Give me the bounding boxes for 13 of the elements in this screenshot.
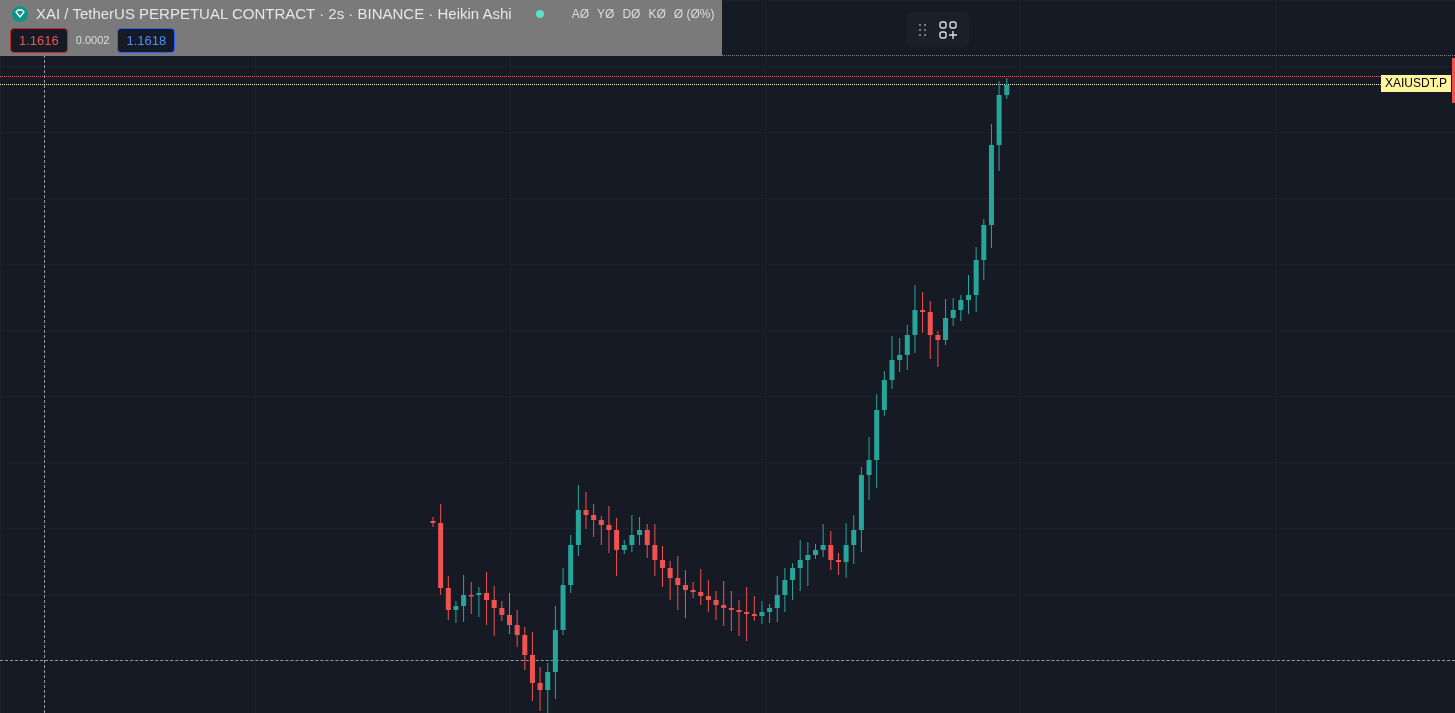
sell-price-button[interactable]: 1.1616	[10, 28, 68, 53]
ohlc-value: KØ	[648, 6, 666, 23]
drag-handle-icon[interactable]	[919, 23, 927, 36]
spread-value: 0.0002	[75, 33, 110, 49]
ohlc-value: AØ	[571, 6, 590, 23]
price-label: XAIUSDT.P	[1381, 75, 1451, 92]
diamond-icon	[12, 6, 28, 22]
symbol-title: XAI / TetherUS PERPETUAL CONTRACT · 2s · BINANCE · Heikin Ashi	[36, 3, 512, 24]
add-widget-icon[interactable]	[939, 20, 957, 39]
ohlc-value: DØ	[622, 6, 641, 23]
buy-price-button[interactable]: 1.1618	[117, 28, 176, 53]
ohlc-value: Ø (Ø%)	[673, 6, 715, 23]
ohlc-value: YØ	[597, 6, 615, 23]
